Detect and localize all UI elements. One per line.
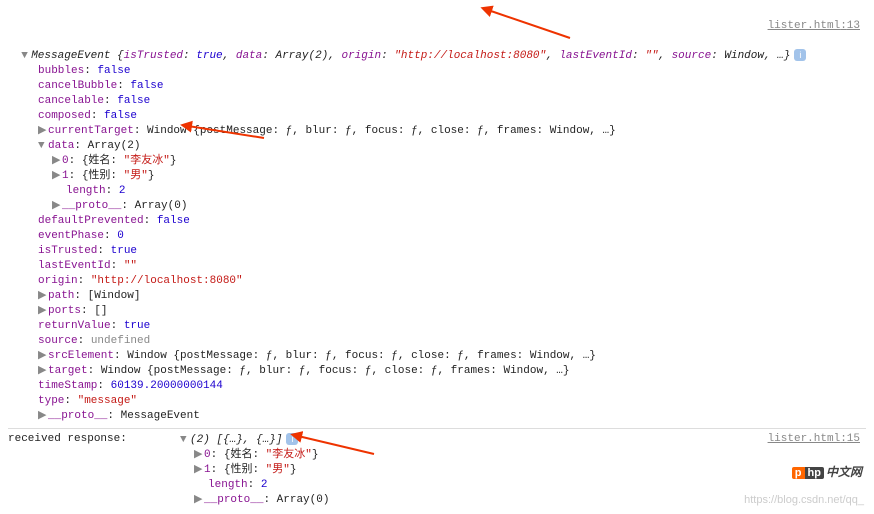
prop-path[interactable]: ▶path: [Window] — [8, 289, 866, 304]
chevron-right-icon[interactable]: ▶ — [194, 493, 204, 508]
prop-target[interactable]: ▶target: Window {postMessage: ƒ, blur: ƒ… — [8, 364, 866, 379]
source-link-1[interactable]: lister.html:13 — [8, 4, 866, 34]
info-icon[interactable]: i — [286, 433, 298, 445]
prop-origin[interactable]: origin: "http://localhost:8080" — [8, 274, 866, 289]
message-event-header[interactable]: ▼MessageEvent {isTrusted: true, data: Ar… — [8, 34, 866, 64]
prop-timestamp[interactable]: timeStamp: 60139.20000000144 — [8, 379, 866, 394]
prop-bubbles[interactable]: bubbles: false — [8, 64, 866, 79]
chevron-right-icon[interactable]: ▶ — [52, 199, 62, 214]
separator — [8, 428, 866, 429]
prop-source[interactable]: source: undefined — [8, 334, 866, 349]
data-item-1[interactable]: ▶1: {性别: "男"} — [8, 169, 866, 184]
chevron-right-icon[interactable]: ▶ — [52, 169, 62, 184]
prop-eventphase[interactable]: eventPhase: 0 — [8, 229, 866, 244]
data-proto[interactable]: ▶__proto__: Array(0) — [8, 199, 866, 214]
chevron-right-icon[interactable]: ▶ — [194, 448, 204, 463]
prop-cancelable[interactable]: cancelable: false — [8, 94, 866, 109]
resp-proto[interactable]: ▶__proto__: Array(0) — [180, 493, 329, 508]
prop-returnvalue[interactable]: returnValue: true — [8, 319, 866, 334]
chevron-right-icon[interactable]: ▶ — [38, 364, 48, 379]
prop-composed[interactable]: composed: false — [8, 109, 866, 124]
prop-istrusted[interactable]: isTrusted: true — [8, 244, 866, 259]
resp-item-1[interactable]: ▶1: {性别: "男"} — [180, 463, 329, 478]
chevron-right-icon[interactable]: ▶ — [38, 289, 48, 304]
prop-currenttarget[interactable]: ▶currentTarget: Window {postMessage: ƒ, … — [8, 124, 866, 139]
chevron-down-icon[interactable]: ▼ — [21, 49, 31, 64]
chevron-right-icon[interactable]: ▶ — [38, 409, 48, 424]
chevron-right-icon[interactable]: ▶ — [38, 124, 48, 139]
prop-type[interactable]: type: "message" — [8, 394, 866, 409]
prop-ports[interactable]: ▶ports: [] — [8, 304, 866, 319]
received-response[interactable]: received response: ▼(2) [{…}, {…}]i ▶0: … — [8, 433, 768, 508]
prop-proto[interactable]: ▶__proto__: MessageEvent — [8, 409, 866, 424]
chevron-right-icon[interactable]: ▶ — [38, 349, 48, 364]
data-item-0[interactable]: ▶0: {姓名: "李友冰"} — [8, 154, 866, 169]
prop-cancelbubble[interactable]: cancelBubble: false — [8, 79, 866, 94]
prop-lasteventid[interactable]: lastEventId: "" — [8, 259, 866, 274]
chevron-right-icon[interactable]: ▶ — [52, 154, 62, 169]
chevron-right-icon[interactable]: ▶ — [38, 304, 48, 319]
prop-srcelement[interactable]: ▶srcElement: Window {postMessage: ƒ, blu… — [8, 349, 866, 364]
data-length: length: 2 — [8, 184, 866, 199]
info-icon[interactable]: i — [794, 49, 806, 61]
watermark-logo: php中文网 — [792, 463, 862, 480]
response-label: received response: — [8, 433, 180, 445]
prop-data[interactable]: ▼data: Array(2) — [8, 139, 866, 154]
watermark-text: https://blog.csdn.net/qq_ — [744, 494, 864, 506]
chevron-down-icon[interactable]: ▼ — [38, 139, 48, 154]
resp-item-0[interactable]: ▶0: {姓名: "李友冰"} — [180, 448, 329, 463]
prop-defaultprevented[interactable]: defaultPrevented: false — [8, 214, 866, 229]
chevron-right-icon[interactable]: ▶ — [194, 463, 204, 478]
chevron-down-icon[interactable]: ▼ — [180, 433, 190, 448]
source-link-2[interactable]: lister.html:15 — [768, 433, 860, 445]
resp-length: length: 2 — [180, 478, 329, 493]
